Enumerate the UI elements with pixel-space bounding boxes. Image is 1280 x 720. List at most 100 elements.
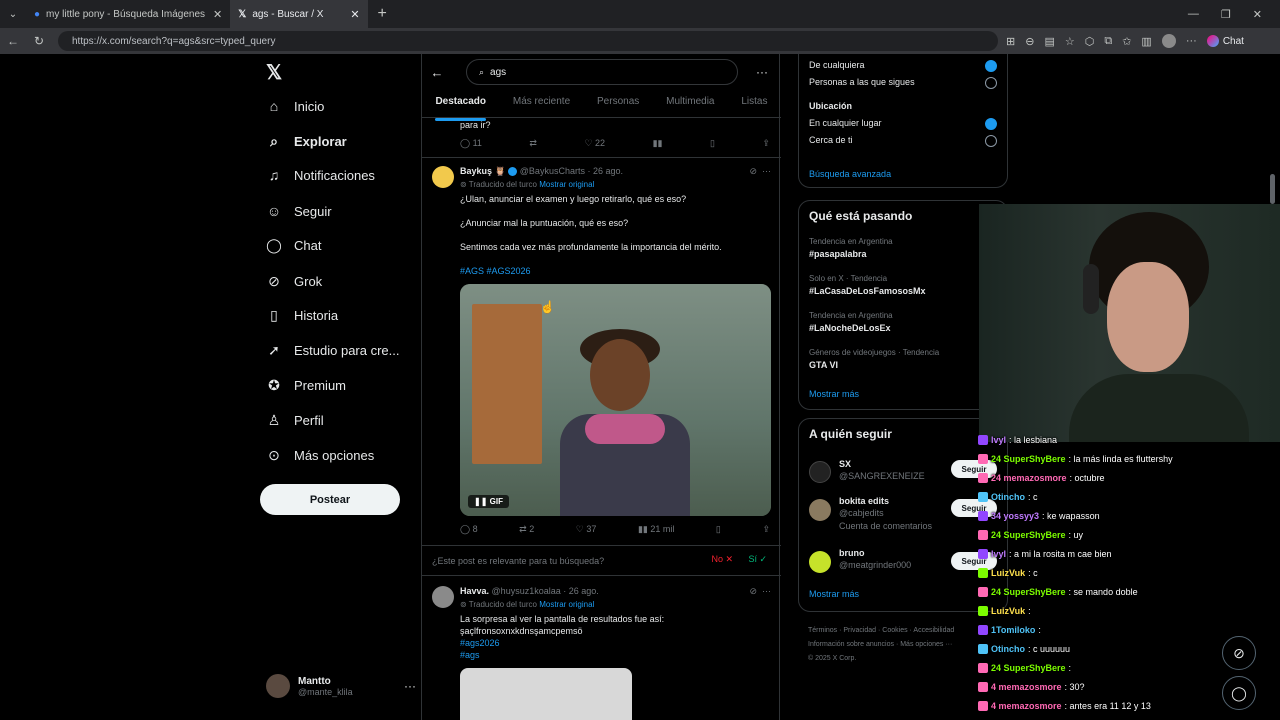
show-original-link[interactable]: Mostrar original <box>539 180 594 189</box>
hashtag-link[interactable]: #ags <box>460 650 480 660</box>
bookmark-icon[interactable]: ▯ <box>710 138 715 149</box>
nav-premium[interactable]: ✪ Premium <box>266 377 346 394</box>
filter-near-you[interactable]: Cerca de ti <box>809 135 853 145</box>
show-original-link[interactable]: Mostrar original <box>539 600 594 609</box>
trends-show-more[interactable]: Mostrar más <box>809 389 859 399</box>
back-icon[interactable]: ← <box>0 34 26 48</box>
extensions-icon[interactable]: ⬡ <box>1085 35 1095 48</box>
gif-media[interactable]: ❚❚ GIF <box>460 284 771 516</box>
tab-people[interactable]: Personas <box>597 92 639 117</box>
search-input[interactable]: ⌕ ags <box>466 59 738 85</box>
radio-following[interactable] <box>985 77 997 89</box>
back-arrow-icon[interactable]: ← <box>422 65 452 80</box>
tab-search-icon[interactable]: ⊞ <box>1006 35 1015 48</box>
avatar[interactable] <box>809 499 831 521</box>
menu-dots-icon[interactable]: ··· <box>1186 35 1197 47</box>
nav-more-options[interactable]: ⊙ Más opciones <box>266 447 374 464</box>
favorites-icon[interactable]: ✩ <box>1122 35 1131 48</box>
read-mode-icon[interactable]: ▤ <box>1044 35 1054 48</box>
author-name[interactable]: Baykuş <box>460 166 492 176</box>
tab-media[interactable]: Multimedia <box>666 92 714 117</box>
nav-chat[interactable]: ◯ Chat <box>266 237 321 254</box>
browser-tab-1[interactable]: ● my little pony - Búsqueda Imágenes ✕ <box>26 0 230 28</box>
more-dots-icon[interactable]: ··· <box>756 65 768 79</box>
collections-icon[interactable]: ⧉ <box>1104 35 1112 48</box>
reply-button[interactable]: ◯ 8 <box>460 524 478 535</box>
post-image[interactable] <box>460 668 632 720</box>
follow-name[interactable]: bruno <box>839 548 865 558</box>
scrollbar-thumb[interactable] <box>1270 174 1275 204</box>
grok-icon[interactable]: ⊘ <box>749 586 757 596</box>
hashtag-links[interactable]: #AGS #AGS2026 <box>460 266 531 276</box>
radio-anywhere[interactable] <box>985 118 997 130</box>
collections-bar-icon[interactable]: ▥ <box>1141 35 1151 48</box>
more-dots-icon[interactable]: ··· <box>404 679 416 693</box>
filter-anyone[interactable]: De cualquiera <box>809 60 865 70</box>
close-tab-icon[interactable]: ✕ <box>213 8 222 21</box>
more-dots-icon[interactable]: ··· <box>762 166 771 176</box>
post-card[interactable]: Havva. @huysuz1koalaa · 26 ago. ⊘ ··· ⊚ … <box>422 576 781 720</box>
avatar[interactable] <box>809 461 831 483</box>
tab-featured[interactable]: Destacado <box>435 92 486 121</box>
account-switcher[interactable]: Mantto @mante_klila ··· <box>266 674 416 698</box>
views-icon[interactable]: ▮▮ <box>653 138 663 149</box>
tab-lists[interactable]: Listas <box>741 92 767 117</box>
bookmark-icon[interactable]: ▯ <box>716 524 721 535</box>
grok-float-icon[interactable]: ⊘ <box>1222 636 1256 670</box>
follow-name[interactable]: bokita edits <box>839 496 889 506</box>
like-button[interactable]: ♡ 37 <box>576 524 597 535</box>
previous-post[interactable]: para ir? ◯ 11 ⇄ ♡ 22 ▮▮ ▯ ⇪ <box>422 118 781 158</box>
address-bar[interactable]: https://x.com/search?q=ags&src=typed_que… <box>58 31 998 51</box>
radio-near-you[interactable] <box>985 135 997 147</box>
like-button[interactable]: ♡ 22 <box>584 138 605 149</box>
trend-item[interactable]: #pasapalabra <box>809 249 867 259</box>
nav-profile[interactable]: ♙ Perfil <box>266 412 324 429</box>
favorite-star-icon[interactable]: ☆ <box>1065 35 1075 48</box>
avatar[interactable] <box>432 586 454 608</box>
post-button[interactable]: Postear <box>260 484 400 515</box>
trend-item[interactable]: #LaNocheDeLosEx <box>809 323 891 333</box>
follow-show-more[interactable]: Mostrar más <box>809 589 859 599</box>
browser-tab-2[interactable]: 𝕏 ags - Buscar / X ✕ <box>230 0 368 28</box>
nav-follow[interactable]: ☺ Seguir <box>266 203 332 219</box>
zoom-icon[interactable]: ⊖ <box>1025 35 1034 48</box>
post-card[interactable]: Baykuş 🦉 @BaykusCharts · 26 ago. ⊘ ··· ⊚… <box>422 158 781 546</box>
avatar[interactable] <box>432 166 454 188</box>
radio-anyone[interactable] <box>985 60 997 72</box>
hashtag-link[interactable]: #ags2026 <box>460 638 500 648</box>
tab-latest[interactable]: Más reciente <box>513 92 570 117</box>
nav-explore[interactable]: ⌕ Explorar <box>266 133 347 150</box>
nav-grok[interactable]: ⊘ Grok <box>266 273 322 290</box>
maximize-icon[interactable]: ❐ <box>1221 8 1231 21</box>
share-icon[interactable]: ⇪ <box>762 138 770 149</box>
avatar[interactable] <box>809 551 831 573</box>
repost-button[interactable]: ⇄ 2 <box>519 524 534 535</box>
gif-badge[interactable]: ❚❚ GIF <box>468 495 509 508</box>
advanced-search-link[interactable]: Búsqueda avanzada <box>809 169 891 179</box>
nav-home[interactable]: ⌂ Inicio <box>266 98 325 114</box>
nav-history[interactable]: ▯ Historia <box>266 307 338 324</box>
relevance-yes-button[interactable]: Sí ✓ <box>748 554 767 565</box>
close-window-icon[interactable]: ✕ <box>1253 8 1262 21</box>
messages-float-icon[interactable]: ◯ <box>1222 676 1256 710</box>
trend-item[interactable]: #LaCasaDeLosFamososMx <box>809 286 926 296</box>
x-logo-icon[interactable]: 𝕏 <box>266 60 282 85</box>
reload-icon[interactable]: ↻ <box>26 34 52 48</box>
share-icon[interactable]: ⇪ <box>762 524 770 535</box>
more-dots-icon[interactable]: ··· <box>762 586 771 596</box>
trend-item[interactable]: GTA VI <box>809 360 838 370</box>
follow-name[interactable]: SX <box>839 459 851 469</box>
tab-list-icon[interactable]: ⌄ <box>0 0 26 28</box>
new-tab-icon[interactable]: + <box>368 5 397 23</box>
profile-avatar[interactable] <box>1161 34 1176 48</box>
filter-following[interactable]: Personas a las que sigues <box>809 77 915 87</box>
grok-icon[interactable]: ⊘ <box>749 166 757 176</box>
views-button[interactable]: ▮▮ 21 mil <box>638 524 674 535</box>
nav-notifications[interactable]: ♫ Notificaciones <box>266 167 375 183</box>
copilot-chat-button[interactable]: Chat <box>1206 35 1244 47</box>
relevance-no-button[interactable]: No ✕ <box>711 554 733 565</box>
close-tab-icon[interactable]: ✕ <box>350 8 359 21</box>
filter-anywhere[interactable]: En cualquier lugar <box>809 118 882 128</box>
reply-button[interactable]: ◯ 11 <box>460 138 482 149</box>
minimize-icon[interactable]: — <box>1188 8 1199 21</box>
